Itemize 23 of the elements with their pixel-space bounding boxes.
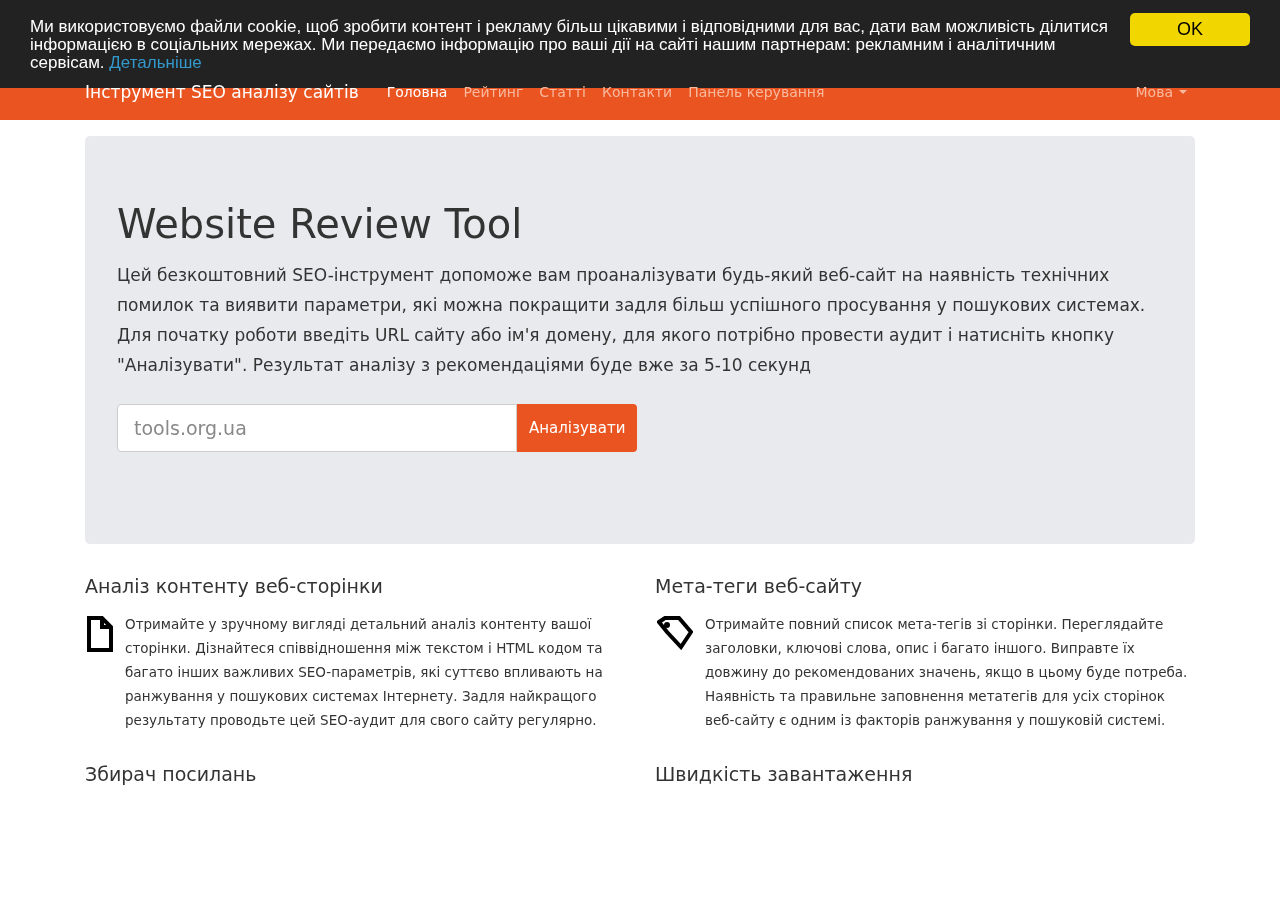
feature-title: Збирач посилань [85, 762, 258, 786]
url-field[interactable]: tools.org.ua [117, 404, 517, 452]
nav-link[interactable]: Статті [531, 84, 594, 100]
details-link[interactable]: Детальніше [109, 53, 202, 72]
ok-button[interactable]: OK [1130, 13, 1250, 46]
feature-title: Мета-теги веб-сайту [655, 574, 863, 598]
feature-title: Аналіз контенту веб-сторінки [85, 574, 384, 598]
feature-description: Отримайте повний список мета-тегів зі сторінки. Переглядайте заголовки, ключові слова, опис і багато іншого. Виправте їх довжину до рекомендованих значень, якщо в цьому буде потреба. Наявність та правильне заповнення метатегів для усіх сторінок веб-сайту є одним із факторів ранжування у пошуковій системі. [705, 615, 1189, 730]
nav-link[interactable]: Панель керування [680, 84, 833, 100]
analyze-button[interactable]: Аналізувати [517, 404, 638, 452]
site-brand[interactable]: Інструмент SEO аналізу сайтів [85, 82, 359, 102]
feature-title: Швидкість завантаження [655, 762, 914, 786]
nav-link[interactable]: Головна [378, 84, 456, 100]
document-icon [87, 616, 113, 652]
nav-link[interactable]: Контакти [594, 84, 681, 100]
tag-icon [657, 616, 693, 650]
hero-title: Website Review Tool [117, 200, 524, 248]
hero-description: Цей безкоштовний SEO-інструмент допоможе вам проаналізувати будь-який веб-сайт на наявність технічних помилок та виявити параметри, які можна покращити задля більш успішного просування у пошукових системах. Для початку роботи введіть URL сайту або ім'я домену, для якого потрібно провести аудит і натисніть кнопку "Аналізувати". Результат аналізу з рекомендаціями буде вже за 5-10 секунд [117, 264, 1147, 377]
cookie-notice: Ми використовуємо файли cookie, щоб зробити контент і рекламу більш цікавими і відповідними для вас, дати вам можливість ділитися інформацією в соціальних мережах. Ми передаємо інформацію про ваші дії на сайті нашим партнерам: рекламним і аналітичним сервісам. Детальніше [30, 18, 1109, 74]
nav-link[interactable]: Рейтинг [455, 84, 532, 100]
feature-description: Отримайте у зручному вигляді детальний аналіз контенту вашої сторінки. Дізнайтеся співвідношення між текстом і HTML кодом та багато інших важливих SEO-параметрів, які суттєво впливають на ранжування у пошукових системах Інтернету. Задля найкращого результату проводьте цей SEO-аудит для свого сайту регулярно. [125, 615, 604, 730]
language-menu[interactable]: Мова [1135, 84, 1187, 100]
caret-icon [1179, 90, 1187, 94]
